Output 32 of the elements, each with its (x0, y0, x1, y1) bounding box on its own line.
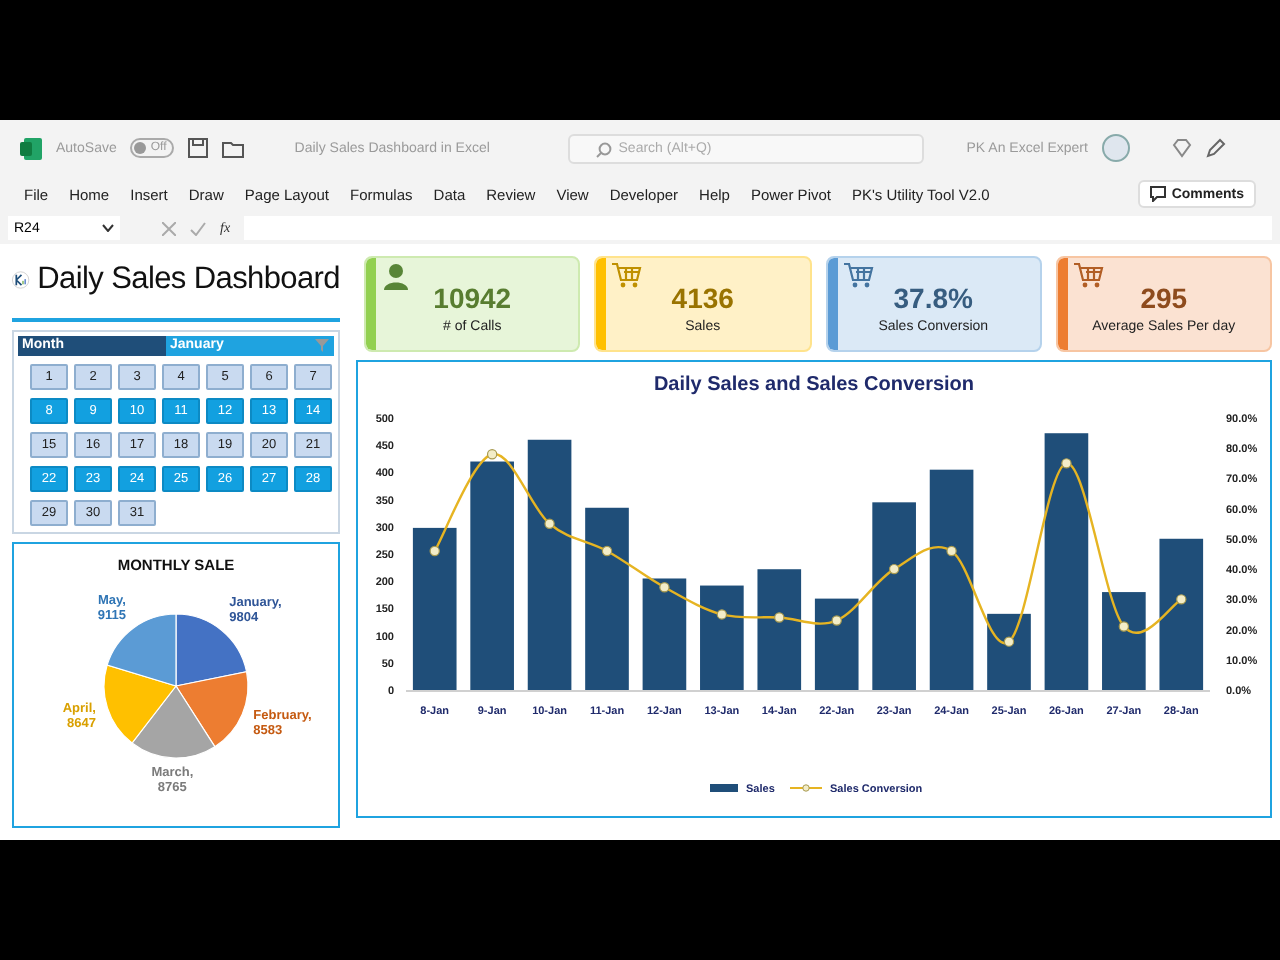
kpi-value: 10942 (433, 282, 512, 314)
sales-bar (757, 569, 802, 690)
kpi-value: 37.8% (893, 282, 973, 314)
check-icon[interactable] (190, 221, 206, 235)
save-icon[interactable] (188, 138, 209, 158)
sales-bar (700, 585, 744, 690)
folder-icon[interactable] (222, 139, 245, 157)
cancel-icon[interactable] (162, 221, 176, 235)
sales-bar (987, 613, 1031, 690)
chevron-icon (102, 224, 114, 232)
pie-slice (103, 664, 177, 744)
sales-bar (1102, 592, 1146, 690)
cart-icon (843, 262, 873, 288)
legend-line-icon (789, 784, 823, 792)
diamond-icon[interactable] (1171, 138, 1192, 158)
sales-bar (642, 578, 687, 690)
cart-icon (612, 262, 643, 288)
sales-bar (814, 598, 859, 690)
pie-slice (175, 671, 249, 748)
chart-title: Daily Sales and Sales Conversion (653, 374, 975, 396)
avatar[interactable] (1101, 134, 1130, 162)
excel-logo-icon (20, 137, 42, 159)
dashboard-title: Daily Sales Dashboard (37, 262, 340, 298)
pie-slice (131, 685, 216, 759)
kpi-value: 295 (1140, 282, 1188, 314)
cart-icon (1073, 262, 1104, 288)
pen-icon[interactable] (1205, 138, 1226, 158)
kpi-value: 4136 (671, 282, 734, 314)
search-icon (596, 141, 613, 157)
comment-icon (1149, 186, 1166, 202)
legend-swatch (710, 784, 738, 792)
person-icon (382, 262, 410, 290)
